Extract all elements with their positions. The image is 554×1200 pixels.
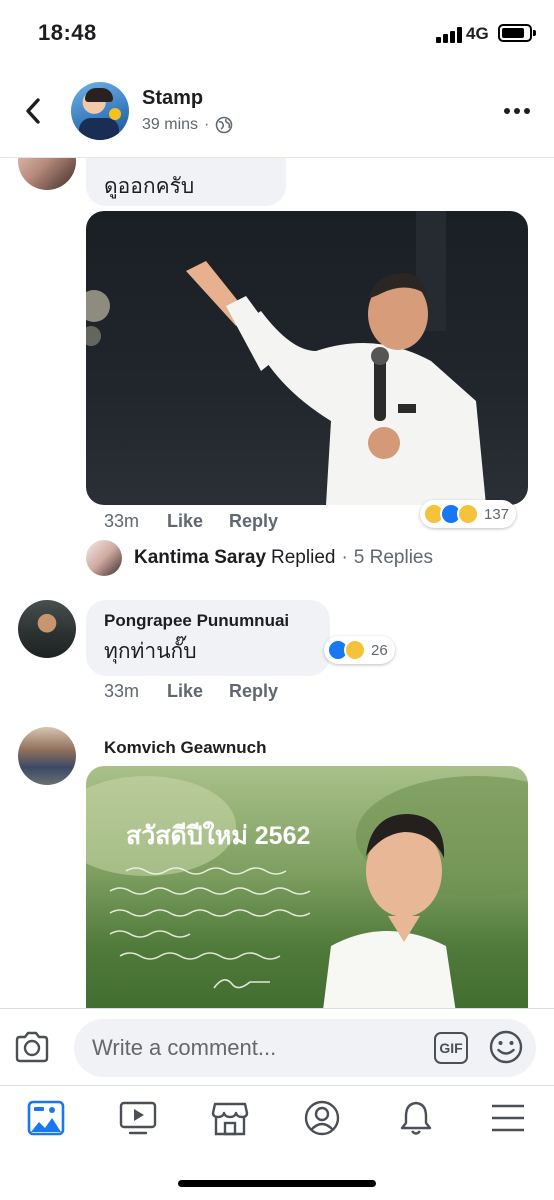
comment-text: ทุกท่านกั๊บ bbox=[104, 640, 197, 663]
back-arrow-icon[interactable] bbox=[20, 96, 48, 126]
man-speaking-illustration bbox=[86, 211, 486, 505]
like-button[interactable]: Like bbox=[167, 681, 203, 702]
reply-button[interactable]: Reply bbox=[229, 511, 278, 532]
commenter-avatar[interactable] bbox=[18, 600, 76, 658]
replied-verb: Replied bbox=[271, 547, 336, 568]
reaction-summary[interactable]: 26 bbox=[324, 636, 395, 664]
replier-name: Kantima Saray bbox=[134, 547, 267, 568]
reply-button[interactable]: Reply bbox=[229, 681, 278, 702]
reaction-count: 26 bbox=[371, 641, 388, 659]
author-avatar[interactable] bbox=[71, 82, 129, 140]
comment-input-container: GIF bbox=[74, 1019, 536, 1077]
notifications-bell-icon[interactable] bbox=[396, 1100, 436, 1136]
gif-button[interactable]: GIF bbox=[434, 1032, 468, 1064]
replies-dot: · bbox=[341, 547, 348, 568]
status-time: 18:48 bbox=[38, 20, 97, 45]
like-button[interactable]: Like bbox=[167, 511, 203, 532]
battery-icon bbox=[498, 24, 536, 42]
comment-photo[interactable]: สวัสดีปีใหม่ 2562 bbox=[86, 766, 528, 1008]
commenter-name[interactable] bbox=[104, 158, 268, 160]
reaction-count: 137 bbox=[484, 505, 510, 523]
replies-count: 5 Replies bbox=[353, 547, 433, 568]
haha-reaction-icon bbox=[344, 639, 366, 661]
new-year-greeting-illustration bbox=[86, 776, 528, 1008]
comment-text: ดูออกครับ bbox=[104, 175, 195, 198]
meta-separator: · bbox=[204, 116, 210, 133]
author-name[interactable]: Stamp bbox=[142, 87, 203, 110]
sad-reaction-icon bbox=[457, 503, 479, 525]
profile-icon[interactable] bbox=[302, 1100, 342, 1136]
post-meta: 39 mins · bbox=[142, 116, 233, 134]
greeting-text: สวัสดีปีใหม่ 2562 bbox=[126, 822, 311, 850]
comment-time: 33m bbox=[104, 511, 140, 531]
post-time: 39 mins bbox=[142, 116, 199, 133]
comment-composer: GIF bbox=[0, 1008, 554, 1085]
comment-actions: 33m Like Reply bbox=[104, 681, 278, 702]
more-options-icon[interactable] bbox=[504, 108, 532, 116]
home-indicator[interactable] bbox=[178, 1180, 376, 1187]
commenter-name[interactable]: Pongrapee Punumnuai bbox=[104, 611, 312, 631]
reaction-summary[interactable]: 137 bbox=[420, 500, 517, 528]
comment-input[interactable] bbox=[92, 1019, 422, 1077]
camera-icon[interactable] bbox=[14, 1031, 50, 1063]
commenter-avatar[interactable] bbox=[18, 727, 76, 785]
marketplace-icon[interactable] bbox=[210, 1100, 250, 1136]
menu-icon[interactable] bbox=[488, 1100, 528, 1136]
comment-time: 33m bbox=[104, 681, 140, 701]
signal-icon bbox=[436, 27, 462, 43]
post-header: Stamp 39 mins · bbox=[0, 66, 554, 158]
comments-feed: ดูออกครับ 33m Like Reply 137 Kantima Sar… bbox=[0, 158, 554, 1008]
comment-bubble: Pongrapee Punumnuai ทุกท่านกั๊บ bbox=[86, 600, 330, 676]
comment-actions: 33m Like Reply bbox=[104, 511, 278, 532]
commenter-avatar[interactable] bbox=[18, 158, 76, 190]
replier-avatar bbox=[86, 540, 122, 576]
watch-icon[interactable] bbox=[118, 1100, 158, 1136]
commenter-name[interactable]: Komvich Geawnuch bbox=[104, 738, 266, 758]
status-bar: 18:48 4G bbox=[0, 0, 554, 66]
news-feed-icon[interactable] bbox=[26, 1100, 66, 1136]
replies-link[interactable]: Kantima Saray Replied · 5 Replies bbox=[86, 540, 433, 576]
emoji-icon[interactable] bbox=[488, 1029, 524, 1065]
network-type: 4G bbox=[466, 24, 489, 43]
comment-photo[interactable] bbox=[86, 211, 528, 505]
comment-bubble: ดูออกครับ bbox=[86, 158, 286, 206]
globe-icon bbox=[216, 116, 233, 134]
